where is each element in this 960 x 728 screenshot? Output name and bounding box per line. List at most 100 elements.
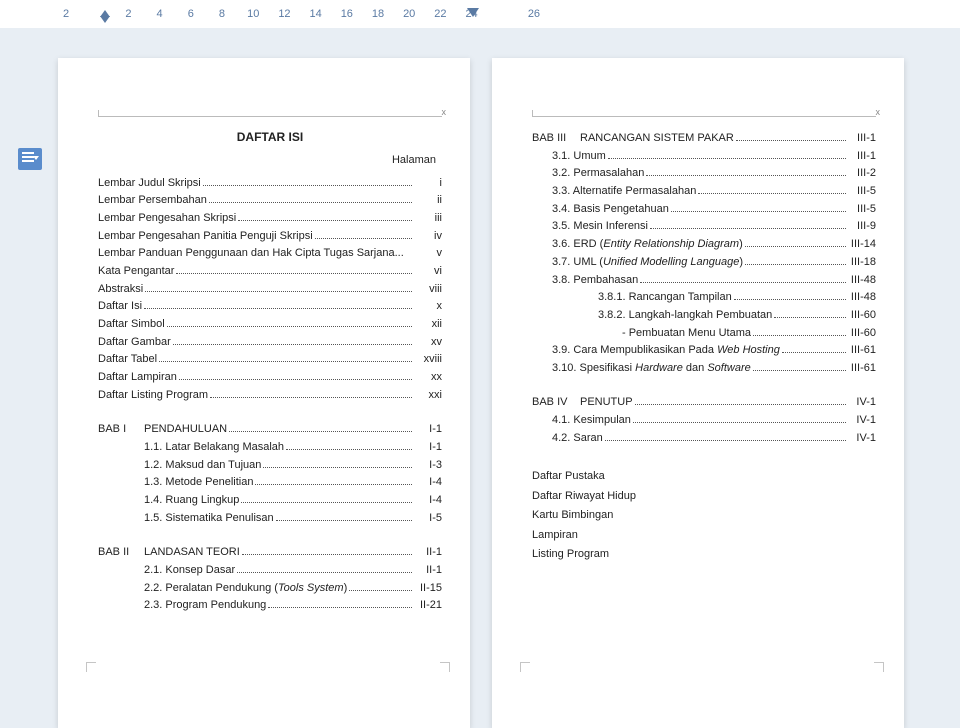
toc-row: 3.1. UmumIII-1: [532, 148, 876, 165]
toc-row: 3.4. Basis PengetahuanIII-5: [532, 201, 876, 218]
toc-label: 2.2. Peralatan Pendukung (Tools System): [144, 580, 347, 597]
toc-label: - Pembuatan Menu Utama: [622, 325, 751, 342]
toc-dots: [263, 467, 412, 468]
toc-page: I-1: [414, 439, 442, 456]
horizontal-ruler[interactable]: 2 2 4 6 8 10 12 14 16 18 20 22 24 26: [0, 0, 960, 28]
toc-dots: [753, 370, 846, 371]
toc-page: III-60: [848, 307, 876, 324]
bab2-title: LANDASAN TEORI: [144, 544, 240, 561]
toc-page: III-14: [848, 236, 876, 253]
bab2-page: II-1: [414, 544, 442, 561]
ruler-tick: 12: [278, 8, 290, 20]
page-corner-bl: [520, 662, 530, 672]
toc-dots: [286, 449, 412, 450]
page-header-rule: [532, 116, 876, 117]
bab2-heading: BAB II LANDASAN TEORI II-1: [98, 544, 442, 561]
navigation-pane-icon[interactable]: [18, 148, 42, 170]
toc-page: IV-1: [848, 430, 876, 447]
toc-page: III-48: [848, 289, 876, 306]
toc-row: Lembar Judul Skripsi i: [98, 175, 442, 192]
toc-page: x: [414, 298, 442, 315]
toc-page: III-60: [848, 325, 876, 342]
toc-dots: [734, 299, 846, 300]
toc-label: 3.2. Permasalahan: [552, 165, 644, 182]
appendix-item: Lampiran: [532, 527, 876, 544]
toc-label: Abstraksi: [98, 281, 143, 298]
toc-dots: [640, 282, 846, 283]
toc-label: Lembar Judul Skripsi: [98, 175, 201, 192]
toc-dots: [268, 607, 412, 608]
bab2-items: 2.1. Konsep DasarII-12.2. Peralatan Pend…: [98, 562, 442, 614]
toc-row: Lembar Panduan Penggunaan dan Hak Cipta …: [98, 245, 442, 262]
toc-row: 3.8. PembahasanIII-48: [532, 272, 876, 289]
document-page-left[interactable]: DAFTAR ISI Halaman Lembar Judul Skripsii…: [58, 58, 470, 728]
toc-dots: [276, 520, 412, 521]
toc-row: Daftar Listing Programxxi: [98, 387, 442, 404]
toc-dots: [167, 326, 412, 327]
toc-page: III-9: [848, 218, 876, 235]
toc-page: II-21: [414, 597, 442, 614]
toc-page: xxi: [414, 387, 442, 404]
toc-page: III-48: [848, 272, 876, 289]
toc-dots: [203, 185, 412, 186]
toc-dots: [671, 211, 846, 212]
toc-page: i: [414, 175, 442, 192]
toc-row: 4.2. SaranIV-1: [532, 430, 876, 447]
toc-page: I-4: [414, 474, 442, 491]
bab4-label: BAB IV: [532, 394, 580, 411]
indent-bottom-marker[interactable]: [100, 16, 110, 23]
toc-row: 1.4. Ruang LingkupI-4: [98, 492, 442, 509]
ruler-tick: 6: [185, 8, 197, 20]
bab1-heading: BAB I PENDAHULUAN I-1: [98, 421, 442, 438]
indent-top-marker[interactable]: [100, 3, 110, 17]
toc-label: 2.3. Program Pendukung: [144, 597, 266, 614]
toc-row: 3.7. UML (Unified Modelling Language)III…: [532, 254, 876, 271]
page-header-rule: [98, 116, 442, 117]
appendix-item: Daftar Riwayat Hidup: [532, 488, 876, 505]
toc-page: III-61: [848, 360, 876, 377]
toc-dots: [633, 422, 846, 423]
toc-dots: [242, 554, 412, 555]
document-page-right[interactable]: BAB III RANCANGAN SISTEM PAKAR III-1 3.1…: [492, 58, 904, 728]
toc-page: v: [414, 245, 442, 262]
ruler-tick: 2: [122, 8, 134, 20]
toc-page: III-5: [848, 201, 876, 218]
ruler-tick: 16: [341, 8, 353, 20]
toc-label: Lembar Pengesahan Panitia Penguji Skrips…: [98, 228, 313, 245]
toc-row: 1.2. Maksud dan TujuanI-3: [98, 457, 442, 474]
toc-row: Daftar Tabelxviii: [98, 351, 442, 368]
appendix-item: Kartu Bimbingan: [532, 507, 876, 524]
toc-row: 4.1. KesimpulanIV-1: [532, 412, 876, 429]
page-corner-br: [874, 662, 884, 672]
right-indent-marker[interactable]: [467, 8, 479, 17]
toc-label: 4.1. Kesimpulan: [552, 412, 631, 429]
toc-dots: [241, 502, 412, 503]
toc-label: 1.2. Maksud dan Tujuan: [144, 457, 261, 474]
bab3-items: 3.1. UmumIII-13.2. PermasalahanIII-23.3.…: [532, 148, 876, 377]
bab3-label: BAB III: [532, 130, 580, 147]
toc-row: 2.2. Peralatan Pendukung (Tools System)I…: [98, 580, 442, 597]
bab1-title: PENDAHULUAN: [144, 421, 227, 438]
toc-label: 3.7. UML (Unified Modelling Language): [552, 254, 743, 271]
toc-dots: [736, 140, 846, 141]
toc-dots: [646, 175, 846, 176]
toc-label: 2.1. Konsep Dasar: [144, 562, 235, 579]
toc-page: xv: [414, 334, 442, 351]
bab4-heading: BAB IV PENUTUP IV-1: [532, 394, 876, 411]
toc-page: iv: [414, 228, 442, 245]
ruler-tick: 18: [372, 8, 384, 20]
toc-page: xx: [414, 369, 442, 386]
toc-dots: [145, 291, 412, 292]
toc-dots: [782, 352, 846, 353]
toc-page: III-2: [848, 165, 876, 182]
page-corner-br: [440, 662, 450, 672]
toc-label: 3.10. Spesifikasi Hardware dan Software: [552, 360, 751, 377]
toc-row: Abstraksiviii: [98, 281, 442, 298]
toc-page: ii: [414, 192, 442, 209]
toc-label: 1.4. Ruang Lingkup: [144, 492, 239, 509]
toc-row: 3.2. Permasalahan III-2: [532, 165, 876, 182]
toc-row: 1.1. Latar Belakang MasalahI-1: [98, 439, 442, 456]
toc-dots: [144, 308, 412, 309]
toc-page: III-5: [848, 183, 876, 200]
toc-row: Lembar Pengesahan Panitia Penguji Skrips…: [98, 228, 442, 245]
